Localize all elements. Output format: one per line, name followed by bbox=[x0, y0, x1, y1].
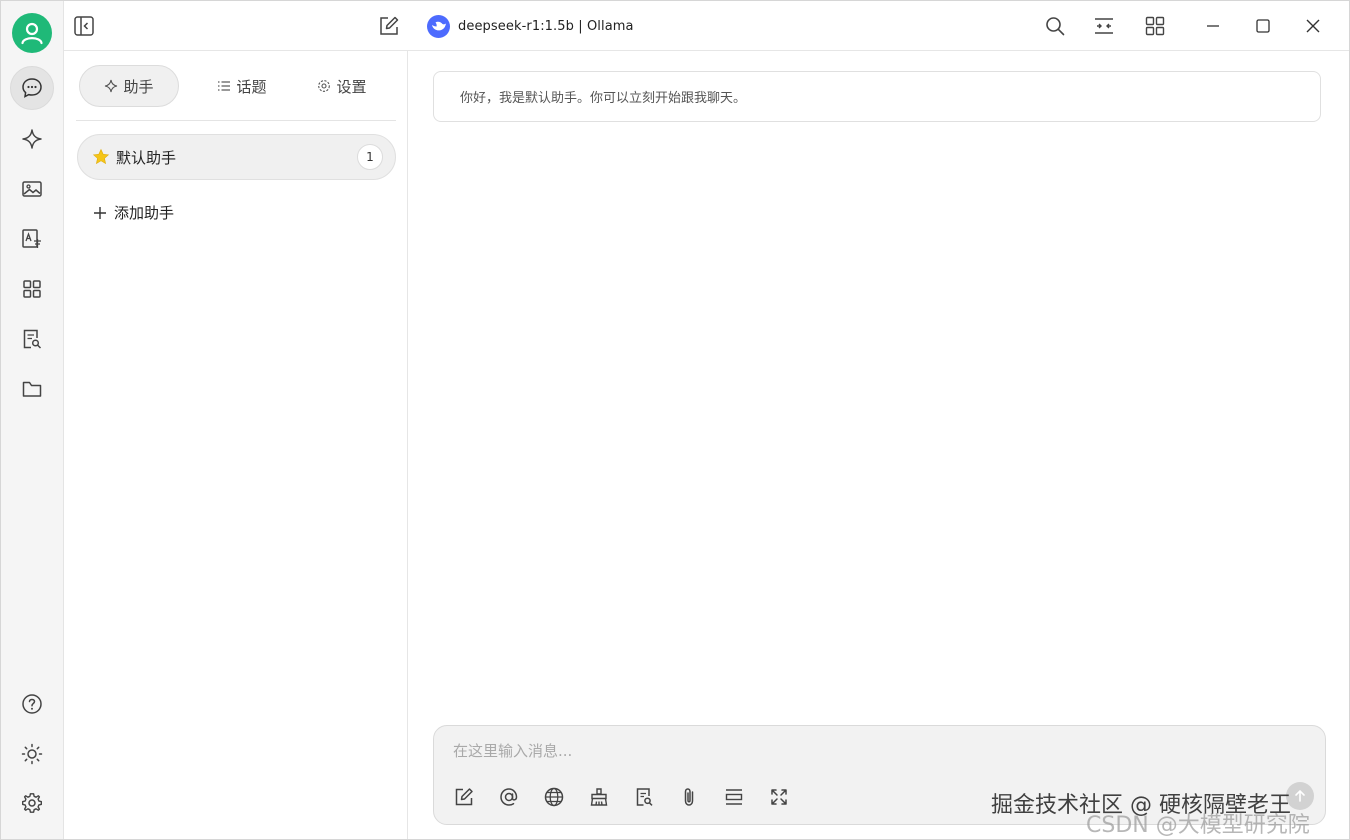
model-title: deepseek-r1:1.5b | Ollama bbox=[458, 18, 634, 34]
rail-help-button[interactable] bbox=[10, 682, 54, 726]
sun-icon bbox=[21, 743, 43, 765]
minimize-icon bbox=[1207, 25, 1219, 27]
translate-icon bbox=[22, 229, 41, 248]
new-chat-button[interactable] bbox=[377, 14, 401, 38]
plus-icon bbox=[94, 206, 106, 219]
tabs-divider bbox=[76, 120, 396, 121]
list-icon bbox=[218, 81, 231, 91]
maximize-icon bbox=[1256, 19, 1270, 33]
at-sign-icon bbox=[500, 788, 518, 806]
close-icon bbox=[1306, 19, 1320, 33]
rail-apps-button[interactable] bbox=[10, 267, 54, 311]
new-context-button[interactable] bbox=[721, 784, 747, 810]
search-button[interactable] bbox=[1043, 14, 1067, 38]
icon-rail bbox=[1, 1, 64, 839]
deepseek-logo-icon bbox=[427, 14, 450, 38]
title-bar: deepseek-r1:1.5b | Ollama bbox=[64, 1, 1349, 51]
web-search-button[interactable] bbox=[541, 784, 567, 810]
topic-count-badge: 1 bbox=[357, 144, 383, 170]
minimize-button[interactable] bbox=[1201, 14, 1225, 38]
paperclip-icon bbox=[684, 788, 694, 806]
tab-topics[interactable]: 话题 bbox=[192, 65, 292, 107]
mention-model-button[interactable] bbox=[496, 784, 522, 810]
rail-chat-button[interactable] bbox=[10, 66, 54, 110]
sidebar-collapse-icon bbox=[74, 16, 94, 36]
folder-icon bbox=[22, 381, 42, 397]
star-icon bbox=[92, 148, 110, 165]
gear-icon bbox=[22, 793, 42, 813]
watermark-csdn: CSDN @大模型研究院 bbox=[1086, 813, 1310, 838]
expand-input-button[interactable] bbox=[766, 784, 792, 810]
arrow-up-icon bbox=[1295, 789, 1305, 802]
greeting-message: 你好，我是默认助手。你可以立刻开始跟我聊天。 bbox=[433, 71, 1321, 122]
broom-icon bbox=[590, 788, 608, 806]
close-button[interactable] bbox=[1301, 14, 1325, 38]
search-icon bbox=[1046, 17, 1065, 36]
add-assistant-label: 添加助手 bbox=[114, 204, 175, 222]
tab-settings[interactable]: 设置 bbox=[292, 65, 392, 107]
assistant-panel: 助手 话题 设置 默认助手 1 添加助手 bbox=[64, 51, 408, 839]
document-search-icon bbox=[636, 788, 653, 806]
sparkle-icon bbox=[105, 79, 118, 93]
rail-agents-button[interactable] bbox=[10, 117, 54, 161]
new-topic-button[interactable] bbox=[451, 784, 477, 810]
grid-icon bbox=[1145, 16, 1165, 36]
mini-apps-button[interactable] bbox=[1143, 14, 1167, 38]
tab-assistants-label: 助手 bbox=[123, 77, 154, 96]
rail-theme-button[interactable] bbox=[10, 732, 54, 776]
model-selector[interactable]: deepseek-r1:1.5b | Ollama bbox=[427, 14, 634, 38]
chat-area: 你好，我是默认助手。你可以立刻开始跟我聊天。 bbox=[408, 51, 1349, 839]
chat-bubble-icon bbox=[22, 78, 42, 98]
app-window: deepseek-r1:1.5b | Ollama 助手 话题 设置 默认助手 … bbox=[0, 0, 1350, 840]
grid-icon bbox=[23, 280, 41, 298]
rail-settings-button[interactable] bbox=[10, 781, 54, 825]
attach-file-button[interactable] bbox=[676, 784, 702, 810]
narrow-mode-button[interactable] bbox=[1092, 14, 1116, 38]
document-search-icon bbox=[23, 329, 42, 349]
avatar[interactable] bbox=[12, 13, 52, 53]
tab-assistants[interactable]: 助手 bbox=[79, 65, 179, 107]
user-icon bbox=[21, 22, 43, 45]
divider-icon bbox=[725, 789, 743, 805]
tab-topics-label: 话题 bbox=[236, 77, 267, 96]
maximize-button[interactable] bbox=[1251, 14, 1275, 38]
sparkle-icon bbox=[22, 129, 42, 149]
rail-knowledge-button[interactable] bbox=[10, 317, 54, 361]
add-assistant-button[interactable]: 添加助手 bbox=[92, 202, 174, 223]
gear-icon bbox=[318, 80, 331, 92]
rail-translate-button[interactable] bbox=[10, 217, 54, 261]
image-icon bbox=[22, 181, 42, 197]
rail-paintings-button[interactable] bbox=[10, 167, 54, 211]
message-input[interactable] bbox=[453, 740, 1153, 762]
globe-icon bbox=[544, 787, 564, 807]
width-toggle-icon bbox=[1095, 18, 1113, 34]
rail-files-button[interactable] bbox=[10, 367, 54, 411]
help-icon bbox=[22, 694, 42, 714]
tab-settings-label: 设置 bbox=[336, 77, 367, 96]
clear-context-button[interactable] bbox=[586, 784, 612, 810]
assistant-item-default[interactable]: 默认助手 1 bbox=[77, 134, 396, 180]
expand-icon bbox=[771, 789, 787, 805]
edit-icon bbox=[380, 16, 399, 35]
toggle-sidebar-button[interactable] bbox=[72, 14, 96, 38]
knowledge-base-button[interactable] bbox=[631, 784, 657, 810]
edit-icon bbox=[455, 788, 473, 806]
panel-tabs: 助手 话题 设置 bbox=[79, 65, 395, 108]
assistant-name: 默认助手 bbox=[116, 148, 177, 167]
